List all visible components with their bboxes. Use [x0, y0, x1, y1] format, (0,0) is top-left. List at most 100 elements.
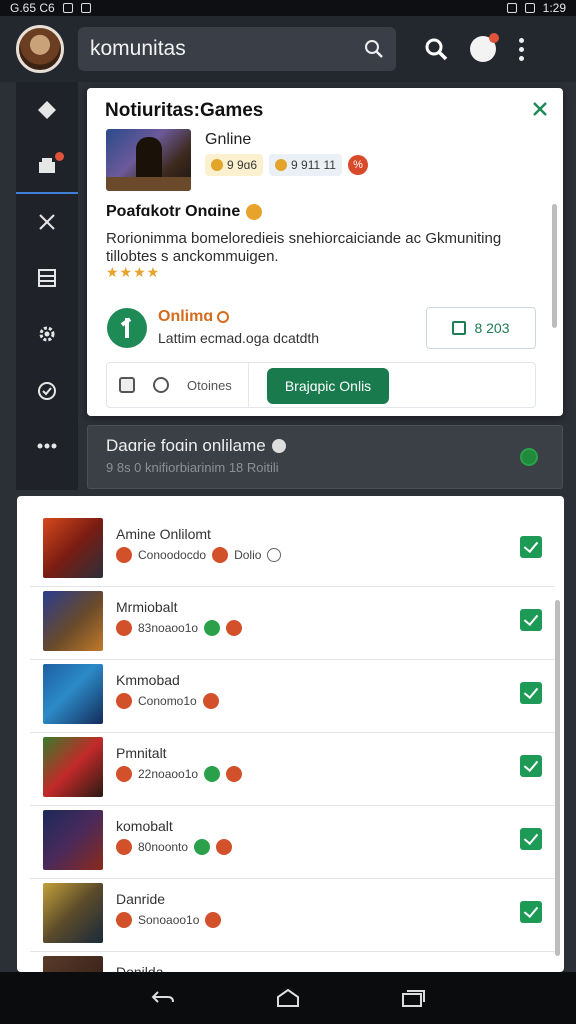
list-item[interactable]: Kmmobad Conomo1o — [30, 660, 555, 733]
game-thumbnail — [43, 664, 103, 724]
game-thumbnail — [43, 883, 103, 943]
game-thumbnail — [43, 518, 103, 578]
crossed-swords-icon — [39, 214, 55, 230]
info-icon — [216, 839, 233, 855]
info-icon — [116, 839, 132, 855]
list-item-meta1: 22noaoo1o — [138, 767, 199, 781]
info-icon — [212, 547, 229, 563]
section-title-text: Poafɑkotr Onɑine — [106, 203, 241, 220]
list-item-title: Amine Onlilomt — [116, 526, 211, 542]
list-item-title: Pmnitalt — [116, 745, 167, 761]
info-icon — [116, 620, 132, 636]
info-icon — [116, 693, 132, 709]
info-icon — [226, 766, 243, 782]
avatar[interactable] — [16, 25, 64, 73]
signal-icon — [524, 3, 535, 13]
list-item-title: Kmmobad — [116, 672, 180, 688]
action-row: Otoines Brajɑpic Onlis — [106, 362, 536, 408]
more-options-icon[interactable] — [518, 37, 524, 61]
back-icon[interactable] — [150, 988, 176, 1008]
game-chips: 9 9ɑ6 9 911 11 % — [205, 154, 368, 176]
check-circle-icon — [204, 620, 221, 636]
status-dot-icon — [520, 448, 538, 466]
sidebar-item-home[interactable] — [16, 82, 78, 138]
list-item[interactable]: Danride Sonoaoo1o — [30, 879, 555, 952]
list-item-meta: 22noaoo1o — [116, 766, 243, 782]
info-icon — [271, 439, 286, 453]
options-pill[interactable]: Otoines — [107, 363, 249, 407]
list-item-meta2: Dolio — [234, 548, 262, 562]
status-clock: 1:29 — [542, 1, 566, 15]
status-bar: G.65 C6 1:29 — [0, 0, 576, 16]
ellipsis-icon — [37, 443, 57, 449]
checkbox[interactable] — [520, 682, 542, 704]
list-icon — [38, 269, 56, 287]
list-item-title: Donilda — [116, 964, 164, 972]
game-thumbnail — [43, 810, 103, 870]
sidebar-item-list[interactable] — [16, 250, 78, 306]
game-list-inner: Amine Onlilomt Conoodocdo Dolio Mrmiobalt… — [30, 514, 555, 972]
info-icon — [116, 766, 132, 782]
recents-icon[interactable] — [400, 988, 426, 1008]
list-item[interactable]: Donilda — [30, 952, 555, 972]
list-item-meta1: 80noonto — [138, 840, 189, 854]
checkbox[interactable] — [520, 828, 542, 850]
sidebar-item-settings[interactable] — [16, 306, 78, 362]
scrollbar[interactable] — [552, 204, 557, 328]
list-item[interactable]: Mrmiobalt 83noaoo1o — [30, 587, 555, 660]
list-scrollbar[interactable] — [555, 600, 560, 956]
settings-icon — [80, 3, 91, 13]
sidebar-item-more[interactable] — [16, 418, 78, 474]
options-label: Otoines — [187, 377, 232, 393]
game-cover-image[interactable] — [106, 129, 191, 191]
list-item[interactable]: komobalt 80noonto — [30, 806, 555, 879]
sidebar — [16, 82, 78, 490]
profile-icon[interactable] — [470, 33, 499, 62]
list-item-title: komobalt — [116, 818, 173, 834]
badge-icon — [38, 382, 56, 400]
online-subtitle: Lattim ecmad.oga dcatdth — [158, 330, 320, 346]
info-icon — [202, 693, 219, 709]
sidebar-item-tools[interactable] — [16, 194, 78, 250]
play-online-button[interactable]: Brajɑpic Onlis — [267, 368, 389, 404]
checkbox[interactable] — [520, 536, 542, 558]
notification-icon — [62, 3, 73, 13]
sidebar-item-badge[interactable] — [16, 362, 78, 418]
search-button[interactable] — [422, 35, 450, 63]
checkbox[interactable] — [520, 901, 542, 923]
search-input[interactable]: komunitas — [78, 27, 396, 71]
stat-value: 8 203 — [474, 320, 510, 336]
list-item-meta1: 83noaoo1o — [138, 621, 199, 635]
close-icon[interactable] — [531, 100, 549, 118]
list-item-meta: 83noaoo1o — [116, 620, 243, 636]
stat-box[interactable]: 8 203 — [426, 307, 536, 349]
strip-title: Daɑrie foɑin onlilame — [106, 436, 286, 456]
list-item-meta: Conomo1o — [116, 693, 219, 709]
checkbox[interactable] — [520, 755, 542, 777]
checkbox[interactable] — [520, 609, 542, 631]
list-item[interactable]: Pmnitalt 22noaoo1o — [30, 733, 555, 806]
notification-badge — [55, 152, 64, 161]
sidebar-item-store[interactable] — [16, 138, 78, 194]
list-item-title: Mrmiobalt — [116, 599, 178, 615]
coin-icon — [211, 159, 223, 171]
list-item-meta1: Conomo1o — [138, 694, 197, 708]
players-chip: 9 911 11 — [269, 154, 342, 176]
magnifier-icon — [425, 38, 448, 61]
list-item-meta1: Sonoaoo1o — [138, 913, 200, 927]
strip-title-text: Daɑrie foɑin onlilame — [106, 436, 266, 455]
clock-icon — [153, 377, 169, 393]
online-label: Onlimɑ — [158, 308, 230, 326]
list-item[interactable]: Amine Onlilomt Conoodocdo Dolio — [30, 514, 555, 587]
game-detail-card: Notiuritas:Games Gnline 9 9ɑ6 9 911 11 %… — [87, 88, 563, 416]
game-thumbnail — [43, 737, 103, 797]
status-left: G.65 C6 — [10, 1, 91, 15]
home-icon[interactable] — [275, 988, 301, 1008]
game-description: Rorionimma bomeloredieis snehiorcaiciand… — [106, 230, 502, 265]
search-icon[interactable] — [364, 39, 384, 59]
app-bar: komunitas — [0, 16, 576, 82]
online-status-icon — [107, 308, 147, 348]
search-text: komunitas — [90, 37, 186, 60]
status-right: 1:29 — [506, 1, 566, 15]
online-strip[interactable]: Daɑrie foɑin onlilame 9 8s 0 knifiorbiar… — [87, 425, 563, 489]
